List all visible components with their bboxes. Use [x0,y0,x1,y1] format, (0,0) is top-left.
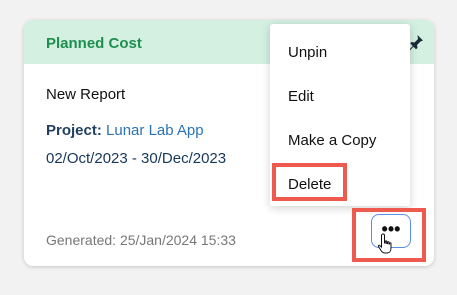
generated-timestamp: Generated: 25/Jan/2024 15:33 [46,232,236,248]
project-label: Project: [46,122,102,139]
date-range: 02/Oct/2023 - 30/Dec/2023 [46,150,227,167]
hand-pointer-icon [377,233,392,254]
project-line: Project: Lunar Lab App [46,122,204,139]
report-title: New Report [46,86,126,103]
card-title: Planned Cost [46,35,142,52]
project-link[interactable]: Lunar Lab App [106,122,204,139]
menu-item-make-copy[interactable]: Make a Copy [288,132,376,149]
menu-item-edit[interactable]: Edit [288,88,314,105]
delete-highlight-box [272,163,347,201]
menu-item-unpin[interactable]: Unpin [288,44,327,61]
